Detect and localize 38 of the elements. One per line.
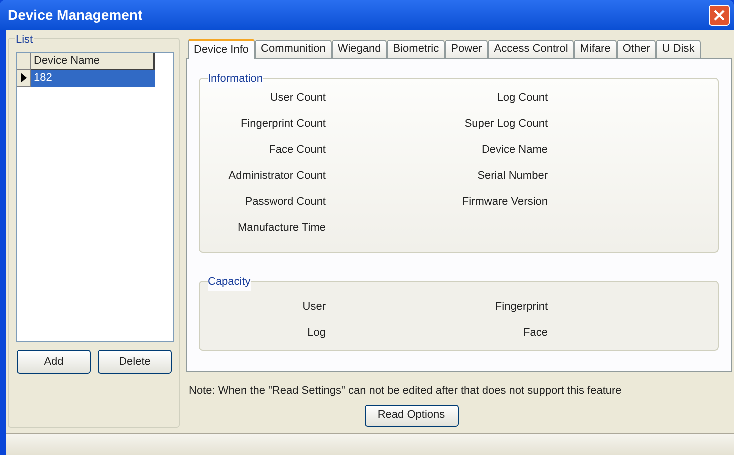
field-label: Super Log Count bbox=[464, 117, 548, 131]
read-options-button[interactable]: Read Options bbox=[364, 404, 458, 426]
group-title: Capacity bbox=[208, 274, 251, 290]
tab[interactable]: Communition bbox=[255, 40, 332, 58]
current-row-icon bbox=[20, 73, 26, 83]
tab[interactable]: Other bbox=[616, 40, 656, 58]
field-label: Manufacture Time bbox=[238, 221, 326, 235]
field-label: User Count bbox=[270, 91, 326, 105]
field-label: Password Count bbox=[245, 195, 326, 209]
field-label: Log bbox=[308, 326, 326, 340]
field-label: Device Name bbox=[482, 143, 548, 157]
tab[interactable]: Device Info bbox=[188, 39, 256, 59]
window-title: Device Management bbox=[8, 6, 143, 25]
field-label: Serial Number bbox=[478, 169, 548, 183]
tab[interactable]: Power bbox=[445, 40, 488, 58]
close-icon bbox=[714, 10, 725, 20]
tab[interactable]: U Disk bbox=[656, 40, 701, 58]
field-label: Face Count bbox=[269, 143, 326, 157]
add-button[interactable]: Add bbox=[17, 350, 91, 374]
tab[interactable]: Access Control bbox=[488, 40, 574, 58]
device-list[interactable]: Device Name 182 bbox=[16, 52, 174, 342]
column-header[interactable]: Device Name bbox=[31, 53, 155, 70]
group-title: Information bbox=[208, 71, 264, 88]
field-label: Fingerprint bbox=[495, 300, 548, 314]
row-header-corner bbox=[17, 53, 31, 70]
note-text: Note: When the "Read Settings" can not be edited after that does not support this feature bbox=[189, 384, 623, 399]
tab[interactable]: Biometric bbox=[387, 40, 446, 58]
tab[interactable]: Mifare bbox=[574, 40, 617, 58]
field-label: Administrator Count bbox=[228, 169, 326, 183]
tab[interactable]: Wiegand bbox=[332, 40, 388, 58]
field-label: Firmware Version bbox=[462, 195, 548, 209]
delete-button[interactable]: Delete bbox=[98, 350, 172, 374]
field-label: Face bbox=[524, 326, 548, 340]
close-button[interactable] bbox=[709, 4, 730, 26]
field-label: Log Count bbox=[497, 91, 548, 105]
field-label: User bbox=[302, 300, 326, 314]
device-name-cell[interactable]: 182 bbox=[31, 70, 155, 87]
field-label: Fingerprint Count bbox=[241, 117, 326, 131]
